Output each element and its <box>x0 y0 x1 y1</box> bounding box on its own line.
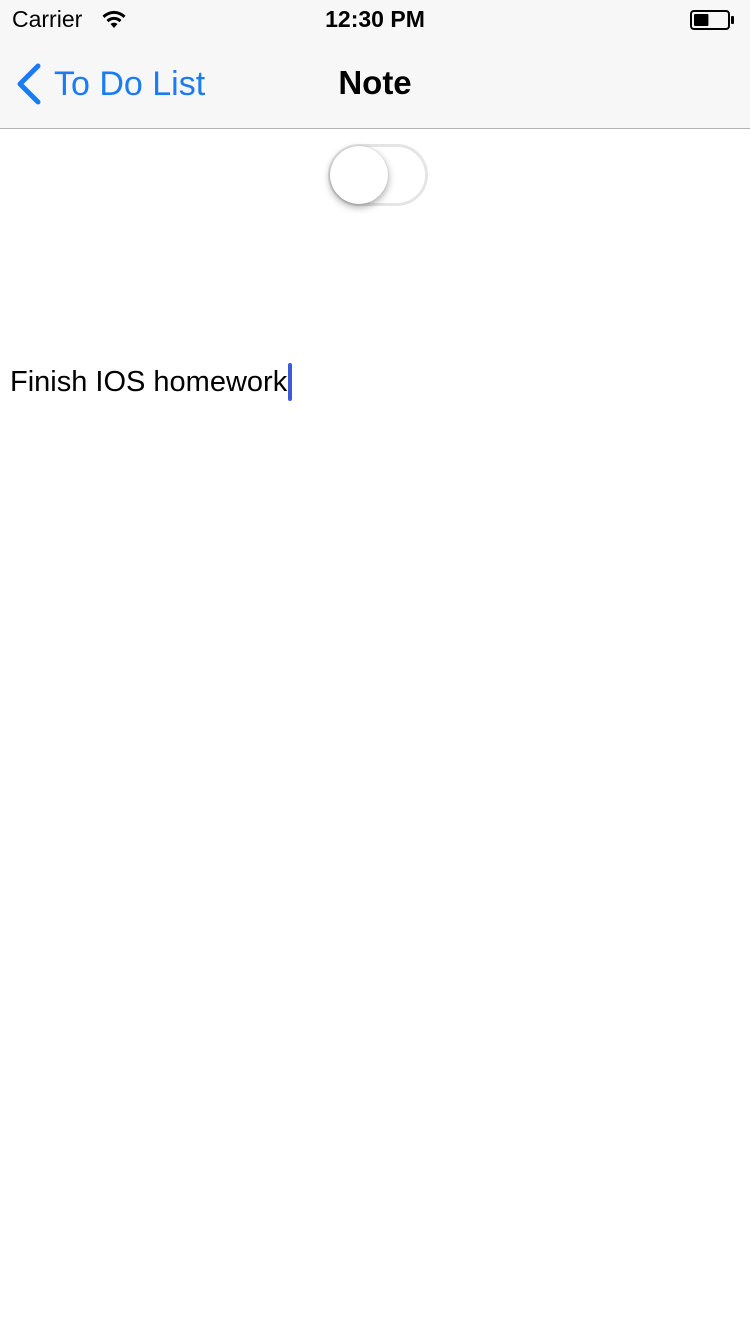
done-toggle[interactable] <box>328 144 428 206</box>
screen: Carrier 12:30 PM To Do List Note Finish … <box>0 0 750 1334</box>
text-caret <box>288 363 293 401</box>
status-time: 12:30 PM <box>325 6 425 32</box>
note-text: Finish IOS homework <box>10 366 288 398</box>
toggle-knob <box>330 146 388 204</box>
navigation-bar: To Do List Note <box>0 40 750 129</box>
page-title: Note <box>338 64 412 101</box>
battery-icon <box>690 10 734 30</box>
note-text-field[interactable]: Finish IOS homework <box>10 360 740 404</box>
status-bar: Carrier 12:30 PM <box>0 0 750 40</box>
